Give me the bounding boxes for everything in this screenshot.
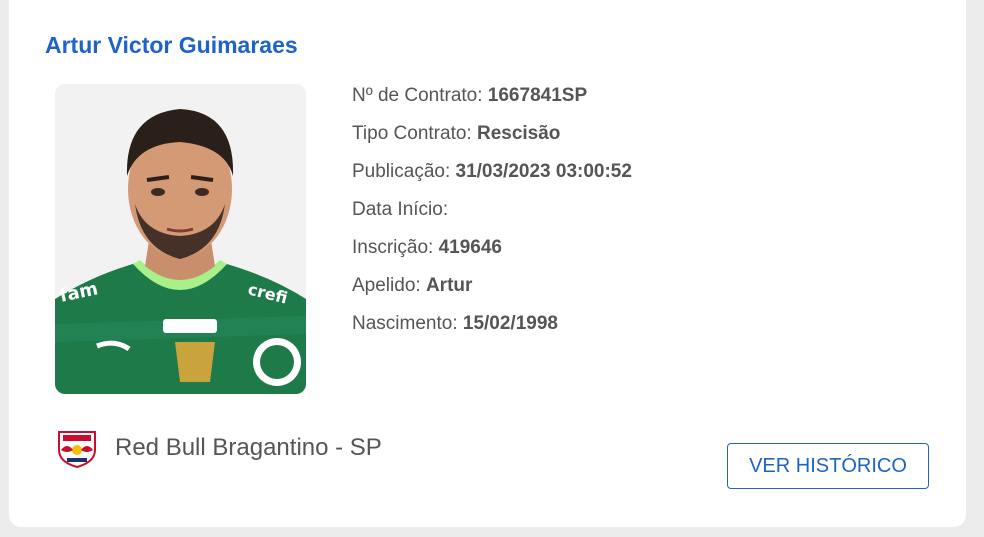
detail-value: 31/03/2023 03:00:52 xyxy=(455,161,632,182)
player-card: Artur Victor Guimaraes fam crefi Nº de C… xyxy=(9,0,966,527)
detail-label: Nº de Contrato: xyxy=(352,85,483,106)
club-name: Red Bull Bragantino - SP xyxy=(115,434,382,461)
detail-contract-number: Nº de Contrato: 1667841SP xyxy=(352,84,632,122)
detail-label: Apelido: xyxy=(352,275,421,296)
club-info: Red Bull Bragantino - SP xyxy=(53,428,382,468)
detail-value: 1667841SP xyxy=(487,85,588,106)
detail-label: Tipo Contrato: xyxy=(352,123,472,144)
detail-value: 15/02/1998 xyxy=(462,313,558,334)
player-photo: fam crefi xyxy=(55,84,306,394)
detail-birth-date: Nascimento: 15/02/1998 xyxy=(352,312,632,350)
view-history-button[interactable]: VER HISTÓRICO xyxy=(727,443,929,489)
red-bull-bragantino-crest-icon xyxy=(58,431,96,468)
detail-label: Inscrição: xyxy=(352,237,434,258)
detail-contract-type: Tipo Contrato: Rescisão xyxy=(352,122,632,160)
detail-value: Artur xyxy=(425,275,473,296)
detail-nickname: Apelido: Artur xyxy=(352,274,632,312)
player-name: Artur Victor Guimaraes xyxy=(45,32,298,58)
detail-start-date: Data Início: xyxy=(352,198,632,236)
detail-label: Nascimento: xyxy=(352,313,458,334)
detail-value: Rescisão xyxy=(476,123,561,144)
detail-label: Publicação: xyxy=(352,161,451,182)
detail-value: 419646 xyxy=(438,237,502,258)
detail-publication: Publicação: 31/03/2023 03:00:52 xyxy=(352,160,632,198)
contract-details-list: Nº de Contrato: 1667841SP Tipo Contrato:… xyxy=(352,84,632,350)
detail-label: Data Início: xyxy=(352,199,449,220)
detail-registration: Inscrição: 419646 xyxy=(352,236,632,274)
